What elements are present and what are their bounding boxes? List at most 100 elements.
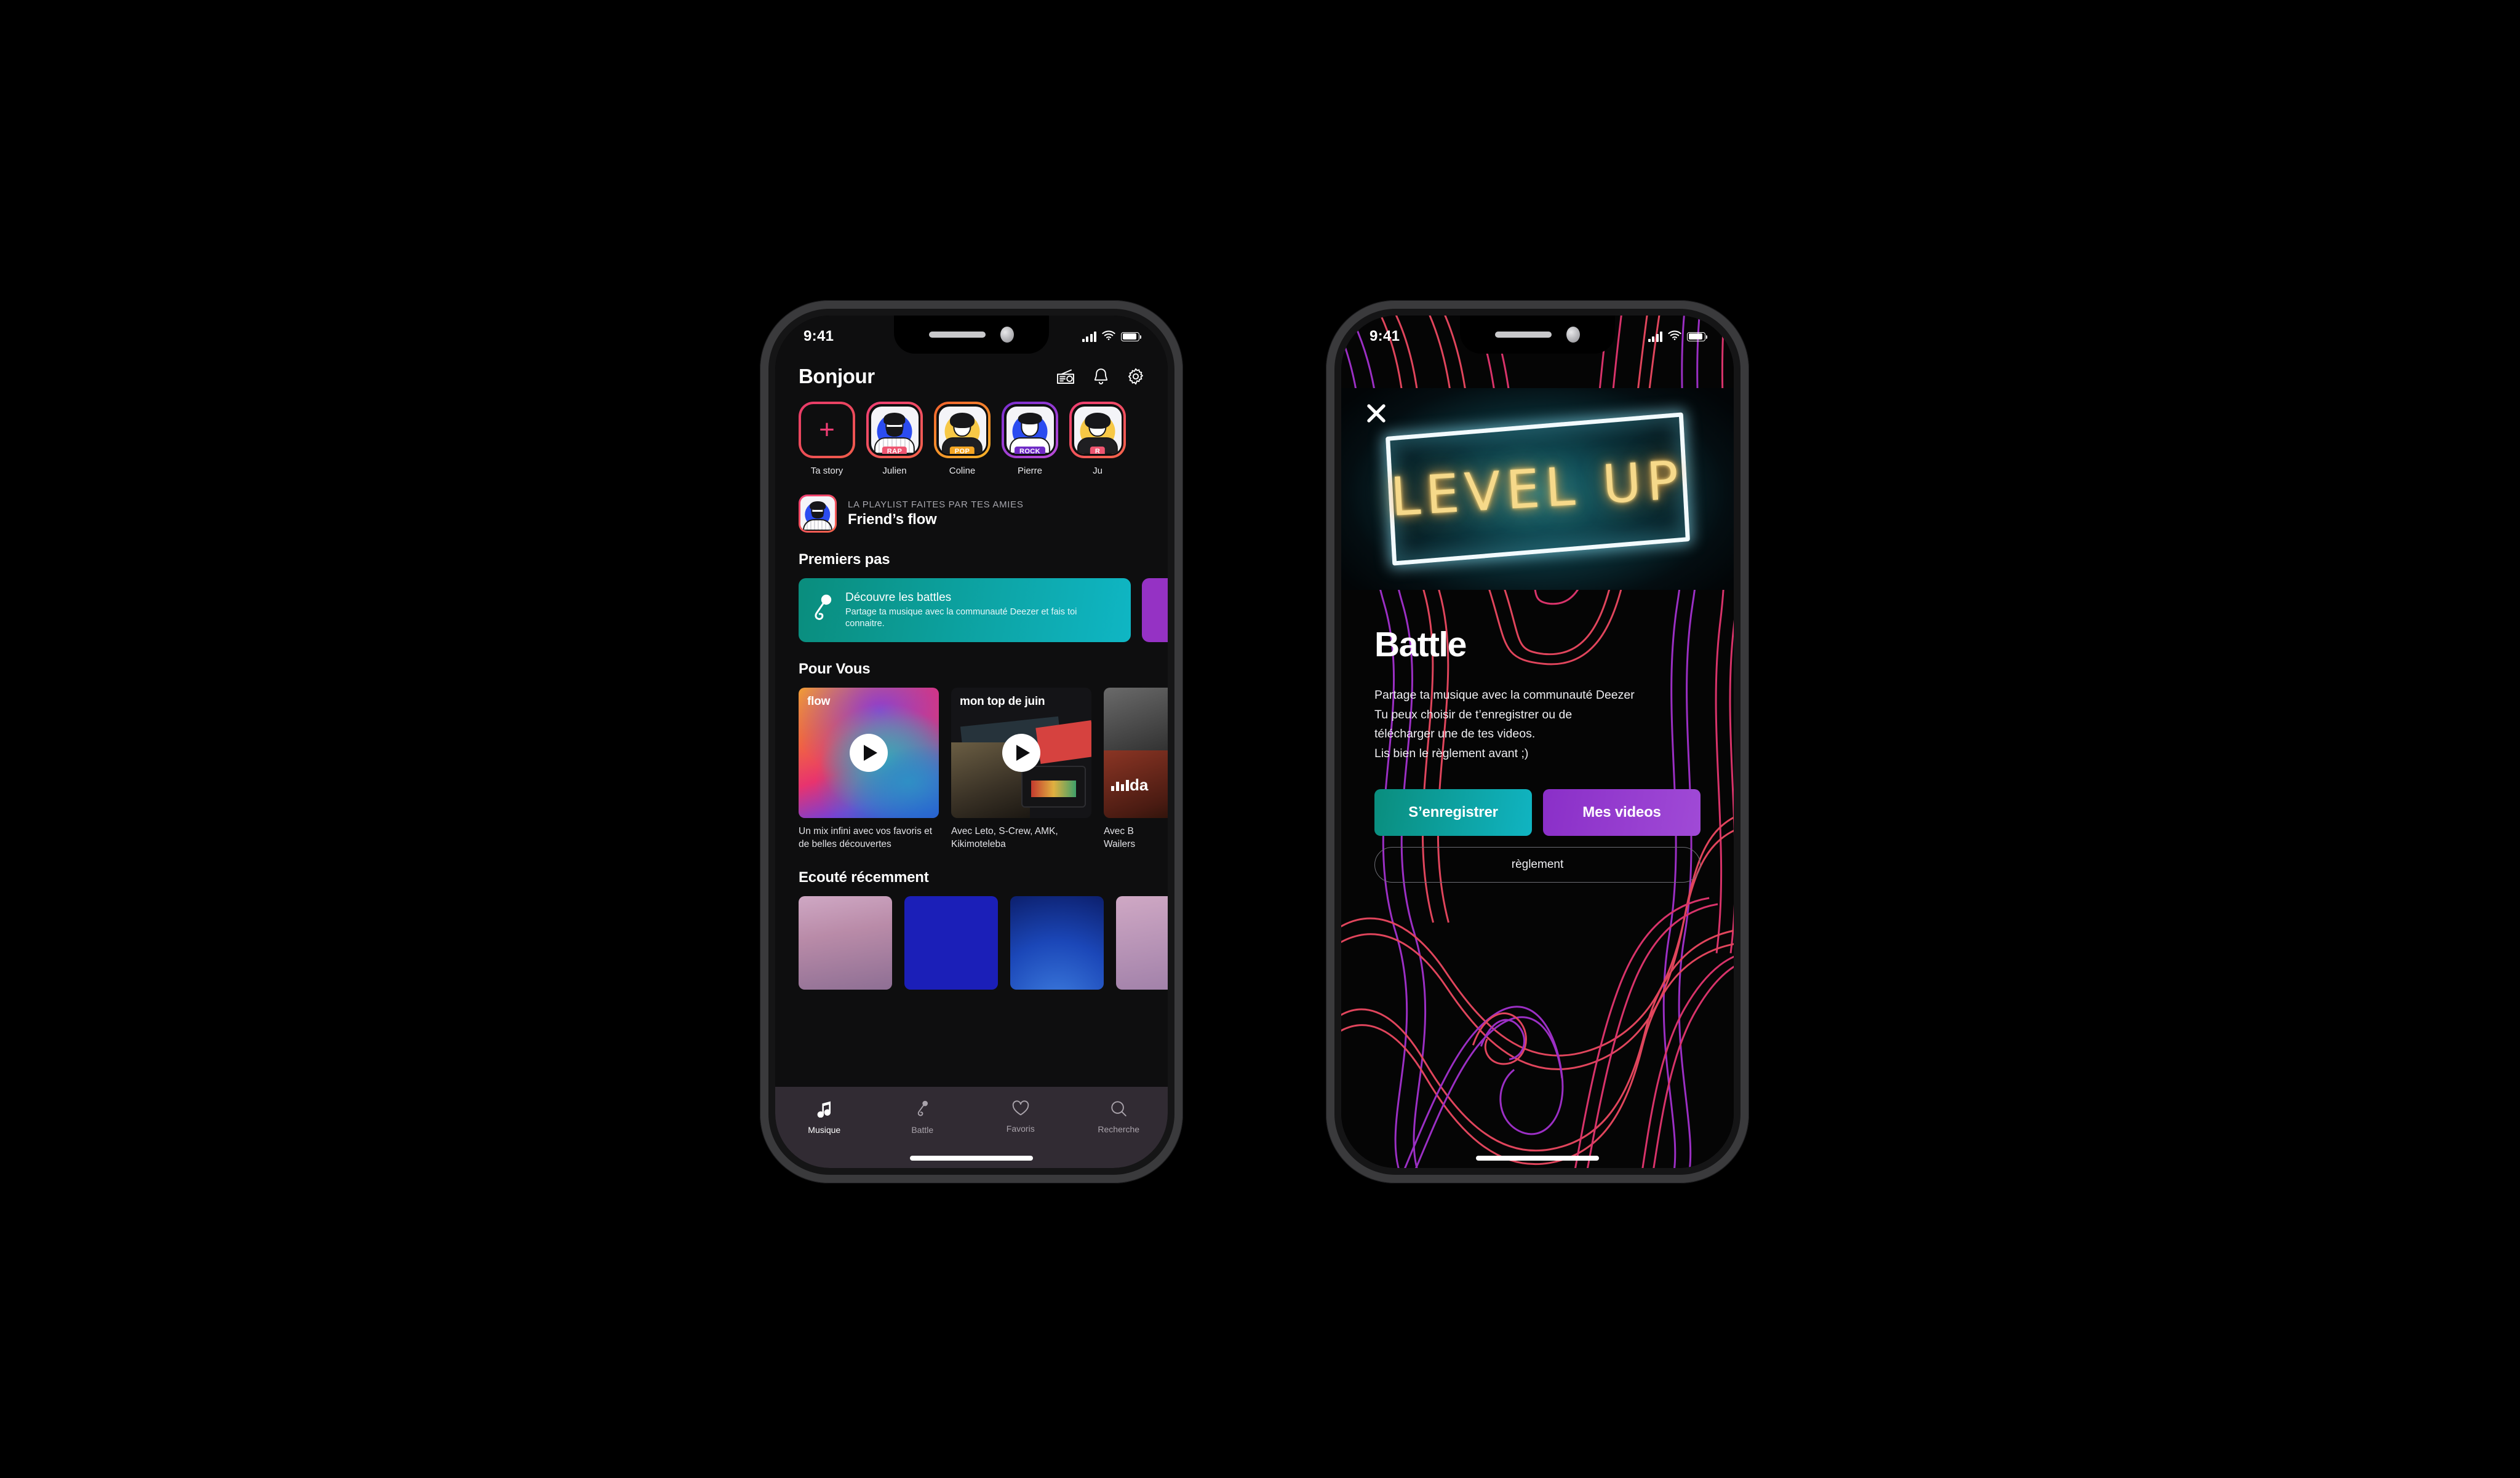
tile-title: Découvre les battles: [845, 590, 952, 604]
tab-favoris[interactable]: Favoris: [971, 1100, 1070, 1134]
story-item-coline[interactable]: POP Coline: [934, 402, 991, 476]
microphone-icon: [811, 594, 834, 627]
recent-rail[interactable]: [775, 886, 1168, 990]
heart-icon: [1012, 1100, 1029, 1119]
card-flow[interactable]: flow Un mix infini avec vos favoris et d…: [799, 688, 939, 851]
status-time: 9:41: [1370, 328, 1400, 344]
playlist-artwork: [799, 495, 837, 533]
cellular-signal-icon: [1082, 331, 1096, 342]
story-ring: RAP: [866, 402, 923, 458]
section-title-premiers-pas: Premiers pas: [799, 551, 890, 568]
story-item-add[interactable]: + Ta story: [799, 402, 855, 476]
stories-rail[interactable]: + Ta story RAP Julien POP Coline ROCK Pi…: [775, 393, 1168, 476]
first-steps-rail[interactable]: Découvre les battles Partage ta musique …: [775, 568, 1168, 642]
friends-flow-playlist-row[interactable]: LA PLAYLIST FAITES PAR TES AMIES Friend’…: [775, 476, 1168, 533]
story-avatar: ROCK: [1006, 406, 1054, 454]
tab-label: Favoris: [1006, 1124, 1035, 1134]
story-inner: POP: [936, 404, 988, 456]
page-title: Battle: [1374, 625, 1467, 664]
card-label: da: [1130, 776, 1149, 794]
tile-decouvre-les-battles[interactable]: Découvre les battles Partage ta musique …: [799, 578, 1131, 642]
tile-next-partial[interactable]: [1142, 578, 1168, 642]
screenshot-canvas: Bonjour + Ta story RAP Julien POP Coline…: [0, 0, 2520, 1478]
story-inner: +: [801, 404, 853, 456]
card-reggae-partial[interactable]: da Avec B Wailers: [1104, 688, 1168, 851]
story-label: Pierre: [1017, 466, 1042, 476]
tab-label: Battle: [911, 1125, 934, 1135]
phone-screen-battle: LEVEL UP Battle Partage ta musique avec …: [1341, 316, 1734, 1168]
recent-album-artwork[interactable]: [799, 896, 892, 990]
card-artwork: da: [1104, 688, 1168, 818]
wifi-icon: [1668, 330, 1681, 343]
story-genre-badge: POP: [949, 446, 975, 454]
tab-label: Musique: [808, 1125, 841, 1135]
story-label: Julien: [882, 466, 907, 476]
battery-icon: [1687, 332, 1708, 341]
home-screen: Bonjour + Ta story RAP Julien POP Coline…: [775, 316, 1168, 1168]
section-title-ecoute-recemment: Ecouté récemment: [799, 869, 929, 886]
record-button[interactable]: S’enregistrer: [1374, 789, 1532, 836]
story-item-ju[interactable]: R Ju: [1069, 402, 1126, 476]
card-artwork: mon top de juin: [951, 688, 1091, 818]
story-inner: R: [1072, 404, 1123, 456]
hero-image-level-up: LEVEL UP: [1341, 388, 1734, 590]
gear-icon[interactable]: [1127, 368, 1144, 385]
phone-device-battle: LEVEL UP Battle Partage ta musique avec …: [1326, 300, 1749, 1183]
play-icon[interactable]: [1002, 734, 1040, 772]
page-title: Bonjour: [799, 365, 875, 387]
story-item-julien[interactable]: RAP Julien: [866, 402, 923, 476]
phone-bezel: LEVEL UP Battle Partage ta musique avec …: [1334, 309, 1740, 1175]
playlist-kicker: LA PLAYLIST FAITES PAR TES AMIES: [848, 499, 1024, 510]
cellular-signal-icon: [1648, 331, 1662, 342]
play-icon[interactable]: [850, 734, 888, 772]
card-label: mon top de juin: [960, 695, 1045, 708]
tab-label: Recherche: [1098, 1124, 1140, 1134]
home-indicator[interactable]: [910, 1156, 1033, 1161]
battle-action-buttons: S’enregistrer Mes videos: [1374, 789, 1701, 836]
for-you-rail[interactable]: flow Un mix infini avec vos favoris et d…: [775, 678, 1168, 851]
card-description: Un mix infini avec vos favoris et de bel…: [799, 826, 933, 849]
music-note-icon: [816, 1100, 832, 1121]
story-ring: R: [1069, 402, 1126, 458]
card-label: flow: [807, 695, 831, 708]
recent-album-artwork[interactable]: [904, 896, 998, 990]
wifi-icon: [1102, 330, 1115, 343]
card-mon-top-de-juin[interactable]: mon top de juin Avec Leto, S-Crew, AMK, …: [951, 688, 1091, 851]
tab-recherche[interactable]: Recherche: [1070, 1100, 1168, 1134]
search-icon: [1110, 1100, 1127, 1120]
recent-album-artwork[interactable]: [1116, 896, 1168, 990]
status-time: 9:41: [803, 328, 834, 344]
card-description: Avec Leto, S-Crew, AMK, Kikimoteleba: [951, 826, 1058, 849]
story-avatar: R: [1074, 406, 1122, 454]
home-indicator[interactable]: [1476, 1156, 1599, 1161]
story-item-pierre[interactable]: ROCK Pierre: [1002, 402, 1058, 476]
story-avatar: POP: [938, 406, 986, 454]
battle-screen: LEVEL UP Battle Partage ta musique avec …: [1341, 316, 1734, 1168]
recent-album-artwork[interactable]: [1010, 896, 1104, 990]
story-label: Ta story: [810, 466, 843, 476]
equalizer-icon: [1111, 780, 1129, 791]
story-label: Coline: [949, 466, 976, 476]
rules-button[interactable]: règlement: [1374, 847, 1701, 883]
bell-icon[interactable]: [1093, 368, 1109, 385]
status-bar: 9:41: [775, 316, 1168, 354]
plus-icon: +: [819, 415, 835, 445]
my-videos-button[interactable]: Mes videos: [1543, 789, 1701, 836]
story-ring: +: [799, 402, 855, 458]
tab-battle[interactable]: Battle: [874, 1100, 972, 1135]
phone-screen-home: Bonjour + Ta story RAP Julien POP Coline…: [775, 316, 1168, 1168]
radio-icon[interactable]: [1056, 368, 1075, 384]
card-artwork: flow: [799, 688, 939, 818]
status-indicators: [1648, 330, 1708, 343]
battery-icon: [1121, 332, 1142, 341]
tab-musique[interactable]: Musique: [775, 1100, 874, 1135]
battle-description: Partage ta musique avec la communauté De…: [1374, 688, 1635, 760]
home-scroll-area[interactable]: Bonjour + Ta story RAP Julien POP Coline…: [775, 316, 1168, 1168]
close-icon[interactable]: [1362, 399, 1390, 427]
status-indicators: [1082, 330, 1142, 343]
story-genre-badge: R: [1090, 446, 1106, 454]
status-bar: 9:41: [1341, 316, 1734, 354]
story-inner: ROCK: [1004, 404, 1056, 456]
story-ring: ROCK: [1002, 402, 1058, 458]
story-ring: POP: [934, 402, 991, 458]
